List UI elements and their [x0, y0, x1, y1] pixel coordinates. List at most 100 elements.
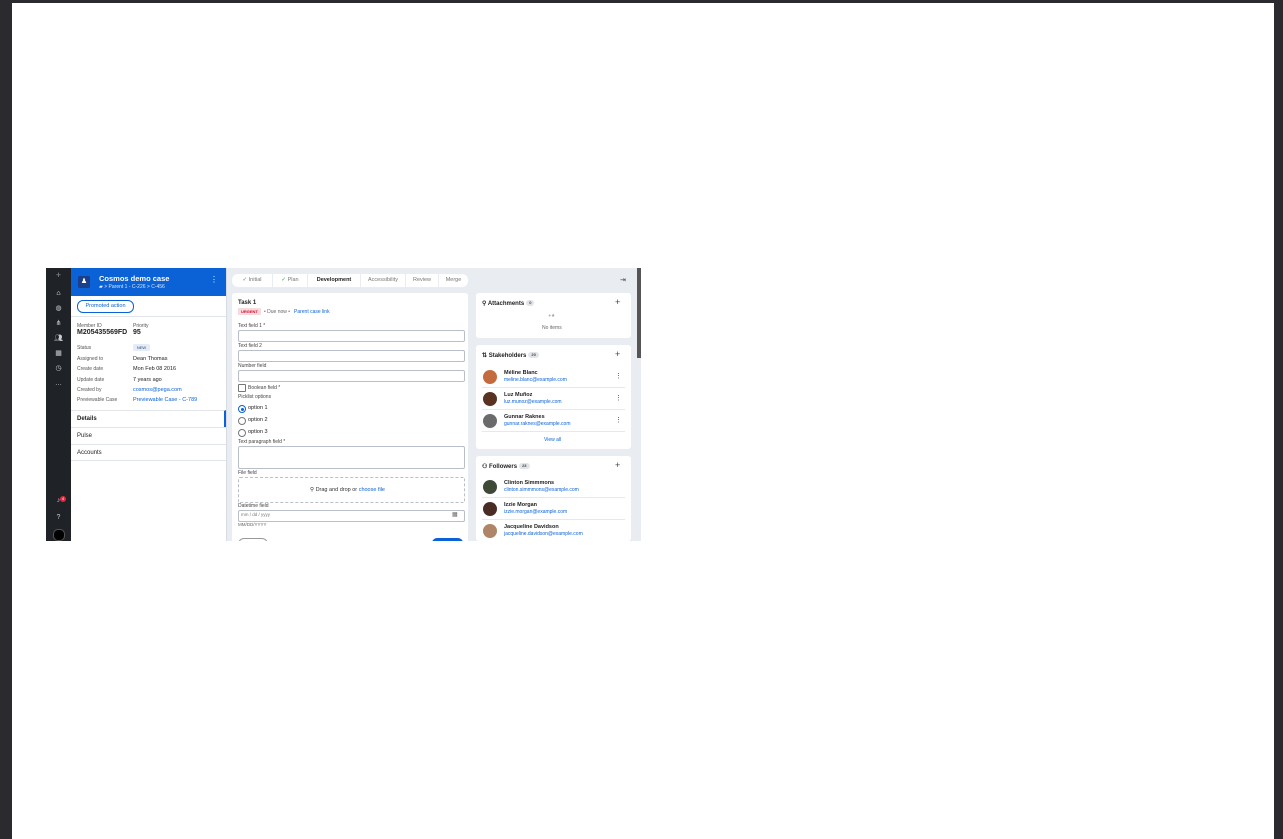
avatar [483, 480, 497, 494]
share-icon[interactable]: ⋔ [54, 319, 63, 328]
status-label: Status [77, 345, 92, 351]
user-avatar[interactable] [53, 529, 65, 541]
option-1-radio[interactable] [238, 405, 246, 413]
attachments-count: 0 [526, 300, 535, 307]
list-item[interactable]: Gunnar Raknes gunnar.raknes@example.com … [476, 410, 631, 432]
person-name: Jacqueline Davidson [504, 524, 559, 530]
attachments-header: ⚲ Attachments 0 [482, 300, 535, 307]
datetime-input[interactable] [238, 510, 465, 522]
kebab-menu-icon[interactable]: ⋮ [615, 416, 622, 424]
previewable-case-link[interactable]: Previewable Case - C-789 [133, 397, 197, 403]
status-badge: NEW [133, 344, 150, 351]
stage-initial[interactable]: ✓ Initial [232, 274, 272, 287]
stage-merge[interactable]: Merge [439, 274, 468, 287]
text-field-1-input[interactable] [238, 330, 465, 342]
stage-accessibility[interactable]: Accessibility [361, 274, 405, 287]
promoted-action-button[interactable]: Promoted action [77, 300, 134, 313]
followers-count: 23 [519, 463, 530, 470]
update-date-value: 7 years ago [133, 377, 162, 383]
boolean-field-label: Boolean field * [248, 385, 281, 391]
tab-pulse[interactable]: Pulse [71, 427, 226, 444]
cancel-button[interactable] [238, 538, 268, 541]
parent-case-link[interactable]: Parent case link [294, 309, 330, 315]
stage-plan-label: Plan [287, 277, 299, 283]
person-email[interactable]: clinton.simmmons@example.com [504, 487, 579, 493]
followers-card: ⚇ Followers 23 + Clinton Simmmons clinton… [476, 456, 631, 541]
add-follower-button[interactable]: + [615, 460, 620, 470]
list-item[interactable]: Luz Muñoz luz.munoz@example.com ⋮ [476, 388, 631, 410]
person-name: Gunnar Raknes [504, 414, 545, 420]
help-icon[interactable]: ? [54, 513, 63, 522]
option-3-radio[interactable] [238, 429, 246, 437]
attachments-empty-text: No items [542, 325, 562, 331]
text-field-1-label: Text field 1 * [238, 323, 266, 329]
notification-count-badge: 4 [60, 496, 66, 502]
created-by-label: Created by [77, 387, 102, 393]
create-date-value: Mon Feb 08 2016 [133, 366, 177, 372]
stage-development[interactable]: Development [308, 274, 360, 287]
paragraph-field-label: Text paragraph field * [238, 439, 286, 445]
collapse-utilities-icon[interactable]: ⇥ [620, 276, 626, 284]
list-item[interactable]: Méline Blanc meline.blanc@example.com ⋮ [476, 366, 631, 388]
list-item[interactable]: Izzie Morgan izzie.morgan@example.com [476, 498, 631, 520]
stage-review[interactable]: Review [406, 274, 438, 287]
submit-button[interactable] [432, 538, 463, 541]
users-icon[interactable]: 👥︎ [54, 334, 63, 343]
paragraph-field-input[interactable] [238, 446, 465, 469]
kebab-menu-icon[interactable]: ⋮ [615, 372, 622, 380]
person-email[interactable]: luz.munoz@example.com [504, 399, 562, 405]
choose-file-link[interactable]: choose file [359, 487, 385, 493]
divider [71, 316, 226, 317]
clock-icon[interactable]: ◷ [54, 364, 63, 373]
view-all-link[interactable]: View all [544, 437, 561, 443]
person-email[interactable]: meline.blanc@example.com [504, 377, 567, 383]
calendar-icon[interactable]: ▦ [452, 511, 458, 518]
member-id-value: M205435569FD [77, 329, 128, 336]
breadcrumb[interactable]: ▰ > Parent 1 - C-226 > C-456 [99, 284, 165, 290]
person-email[interactable]: gunnar.raknes@example.com [504, 421, 571, 427]
tab-accounts[interactable]: Accounts [71, 444, 226, 461]
stage-plan[interactable]: ✓ Plan [273, 274, 307, 287]
option-2-radio[interactable] [238, 417, 246, 425]
app-nav-rail: + ⌂ ◍ ⋔ 👥︎ ▦ ◷ … ♪ 4 ? [46, 268, 71, 541]
scrollbar[interactable] [637, 268, 641, 358]
add-attachment-button[interactable]: + [615, 297, 620, 307]
avatar [483, 370, 497, 384]
create-icon[interactable]: + [54, 271, 63, 280]
case-type-icon: ♟ [78, 276, 90, 288]
update-date-label: Update date [77, 377, 105, 383]
list-item[interactable]: Jacqueline Davidson jacqueline.davidson@… [476, 520, 631, 541]
picklist-label: Picklist options [238, 394, 272, 400]
more-icon[interactable]: … [54, 379, 63, 388]
person-name: Luz Muñoz [504, 392, 533, 398]
kebab-menu-icon[interactable]: ⋮ [615, 394, 622, 402]
home-icon[interactable]: ⌂ [54, 289, 63, 298]
task-title: Task 1 [238, 300, 257, 306]
person-name: Clinton Simmmons [504, 480, 555, 486]
stakeholder-icon: ⇅ [482, 353, 489, 359]
date-format-hint: MM/DD/YYYY [238, 522, 267, 527]
created-by-link[interactable]: cosmos@pega.com [133, 387, 182, 393]
person-email[interactable]: izzie.morgan@example.com [504, 509, 567, 515]
case-summary-panel: ♟ Cosmos demo case ▰ > Parent 1 - C-226 … [71, 268, 227, 541]
text-field-2-input[interactable] [238, 350, 465, 362]
breadcrumb-text[interactable]: > Parent 1 - C-226 > C-456 [104, 284, 165, 290]
add-stakeholder-button[interactable]: + [615, 349, 620, 359]
stakeholders-card: ⇅ Stakeholders 20 + Méline Blanc meline.b… [476, 345, 631, 449]
reports-icon[interactable]: ▦ [54, 349, 63, 358]
dropzone-text: ⚲ Drag and drop or choose file [310, 487, 385, 493]
assigned-to-value: Dean Thomas [133, 356, 168, 362]
globe-icon[interactable]: ◍ [54, 304, 63, 313]
list-item[interactable]: Clinton Simmmons clinton.simmmons@exampl… [476, 476, 631, 498]
boolean-checkbox[interactable] [238, 384, 246, 392]
followers-header: ⚇ Followers 23 [482, 463, 530, 470]
stage-initial-label: Initial [248, 277, 262, 283]
attachments-card: ⚲ Attachments 0 + ⁺* No items [476, 293, 631, 338]
number-field-input[interactable] [238, 370, 465, 382]
avatar [483, 414, 497, 428]
person-email[interactable]: jacqueline.davidson@example.com [504, 531, 583, 537]
case-actions-menu-icon[interactable]: ⋮ [210, 275, 218, 284]
case-app-window: + ⌂ ◍ ⋔ 👥︎ ▦ ◷ … ♪ 4 ? ♟ Cosmos demo cas… [46, 268, 641, 541]
tab-details[interactable]: Details [71, 410, 226, 427]
due-text: • Due now • [264, 309, 291, 315]
